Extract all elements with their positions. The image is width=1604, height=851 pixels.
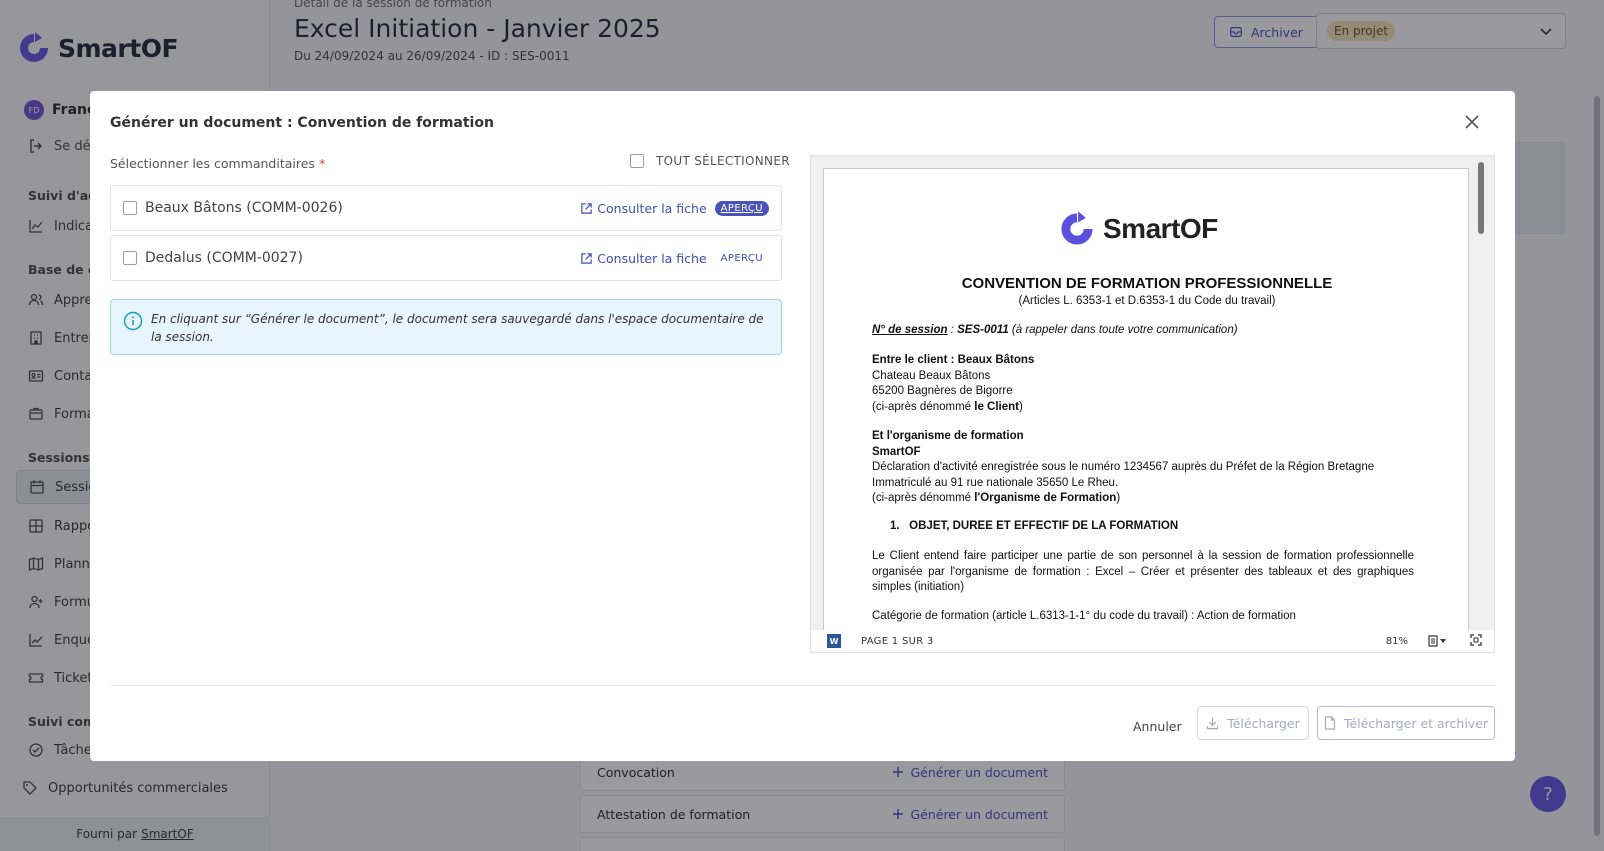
fit-page-button[interactable]	[1470, 633, 1482, 649]
fit-screen-icon	[1470, 633, 1482, 646]
download-icon	[1207, 717, 1219, 729]
view-mode-button[interactable]	[1428, 635, 1446, 647]
consult-label: Consulter la fiche	[597, 250, 707, 266]
designation-suffix: )	[1116, 492, 1121, 504]
download-and-archive-button[interactable]: Télécharger et archiver	[1317, 706, 1495, 740]
designation-suffix: )	[1019, 400, 1023, 413]
client-name: Dedalus (COMM-0027)	[145, 250, 303, 266]
external-link-icon	[581, 252, 593, 264]
document-logo-text: SmartOF	[1103, 213, 1218, 244]
org-name: SmartOF	[872, 445, 921, 458]
preview-button[interactable]: APERÇU	[714, 200, 769, 216]
document-page: SmartOF CONVENTION DE FORMATION PROFESSI…	[823, 168, 1469, 642]
word-icon: W	[827, 634, 841, 648]
client-checkbox[interactable]	[123, 201, 137, 215]
designation-prefix: (ci-après dénommé	[872, 400, 975, 413]
org-designation: (ci-après dénommé l'Organisme de Formati…	[872, 491, 1432, 507]
session-note: (à rappeler dans toute votre communicati…	[1008, 324, 1238, 336]
consult-link[interactable]: Consulter la fiche	[580, 200, 707, 216]
external-link-icon	[581, 202, 593, 214]
download-button[interactable]: Télécharger	[1197, 706, 1309, 740]
page-view-icon	[1428, 635, 1438, 647]
designation-bold: l'Organisme de Formation	[974, 492, 1117, 504]
client-heading: Entre le client : Beaux Bâtons	[872, 354, 1035, 366]
consult-link[interactable]: Consulter la fiche	[580, 250, 707, 266]
caret-down-icon	[1440, 639, 1446, 643]
download-archive-label: Télécharger et archiver	[1343, 715, 1489, 731]
client-designation: (ci-après dénommé le Client)	[872, 400, 1432, 416]
document-title: CONVENTION DE FORMATION PROFESSIONNELLE	[961, 275, 1333, 292]
designation-prefix: (ci-après dénommé	[872, 492, 975, 504]
org-heading: Et l'organisme de formation	[872, 430, 1024, 442]
section-title: 1. OBJET, DUREE ET EFFECTIF DE LA FORMAT…	[890, 520, 1179, 532]
required-mark: *	[318, 156, 326, 171]
session-id: SES-0011	[957, 324, 1009, 336]
session-line: N° de session : SES-0011 (à rappeler dan…	[872, 323, 1432, 339]
client-address-line: 65200 Bagnères de Bigorre	[872, 385, 1013, 397]
client-row: Dedalus (COMM-0027) Consulter la fiche A…	[110, 235, 782, 281]
close-icon	[1465, 115, 1479, 129]
preview-scrollbar[interactable]	[1478, 162, 1484, 234]
section-text: Le Client entend faire participer une pa…	[872, 550, 1414, 593]
client-address-line: Chateau Beaux Bâtons	[872, 369, 991, 382]
close-button[interactable]	[1463, 113, 1481, 131]
select-all-label: TOUT SÉLECTIONNER	[656, 154, 790, 168]
modal-title: Générer un document : Convention de form…	[110, 115, 494, 131]
document-logo: SmartOF	[1057, 209, 1218, 249]
select-all[interactable]: TOUT SÉLECTIONNER	[630, 154, 790, 168]
session-label: N° de session	[872, 324, 948, 336]
page-indicator: PAGE 1 SUR 3	[861, 635, 934, 647]
org-line: Déclaration d'activité enregistrée sous …	[872, 461, 1375, 473]
select-all-checkbox[interactable]	[630, 154, 644, 168]
sponsors-label: Sélectionner les commanditaires *	[110, 156, 325, 171]
file-icon	[1324, 716, 1336, 730]
zoom-level[interactable]: 81%	[1386, 636, 1408, 647]
client-name: Beaux Bâtons (COMM-0026)	[145, 200, 343, 216]
client-block: Entre le client : Beaux Bâtons Chateau B…	[872, 353, 1432, 415]
smartof-logo-icon	[1061, 211, 1093, 245]
org-line: Immatriculé au 91 rue nationale 35650 Le…	[872, 476, 1119, 489]
info-icon	[123, 311, 143, 331]
client-row: Beaux Bâtons (COMM-0026) Consulter la fi…	[110, 185, 782, 231]
generate-document-modal: Générer un document : Convention de form…	[90, 91, 1515, 761]
document-preview[interactable]: SmartOF CONVENTION DE FORMATION PROFESSI…	[810, 155, 1495, 653]
organization-block: Et l'organisme de formation SmartOF Décl…	[872, 429, 1432, 507]
client-checkbox[interactable]	[123, 251, 137, 265]
cancel-button[interactable]: Annuler	[1125, 709, 1190, 743]
consult-label: Consulter la fiche	[597, 200, 707, 216]
divider	[110, 685, 1495, 686]
preview-button[interactable]: APERÇU	[715, 251, 769, 266]
sponsors-label-text: Sélectionner les commanditaires	[110, 156, 315, 171]
designation-bold: le Client	[974, 400, 1019, 413]
info-text: En cliquant sur “Générer le document”, l…	[151, 312, 764, 344]
download-label: Télécharger	[1227, 715, 1300, 731]
category-text: Catégorie de formation (article L.6313-1…	[872, 610, 1296, 622]
session-sep: :	[947, 324, 958, 336]
preview-status-bar: W PAGE 1 SUR 3 81%	[811, 630, 1494, 652]
document-subtitle: (Articles L. 6353-1 et D.6353-1 du Code …	[1018, 295, 1276, 307]
info-alert: En cliquant sur “Générer le document”, l…	[110, 299, 782, 355]
